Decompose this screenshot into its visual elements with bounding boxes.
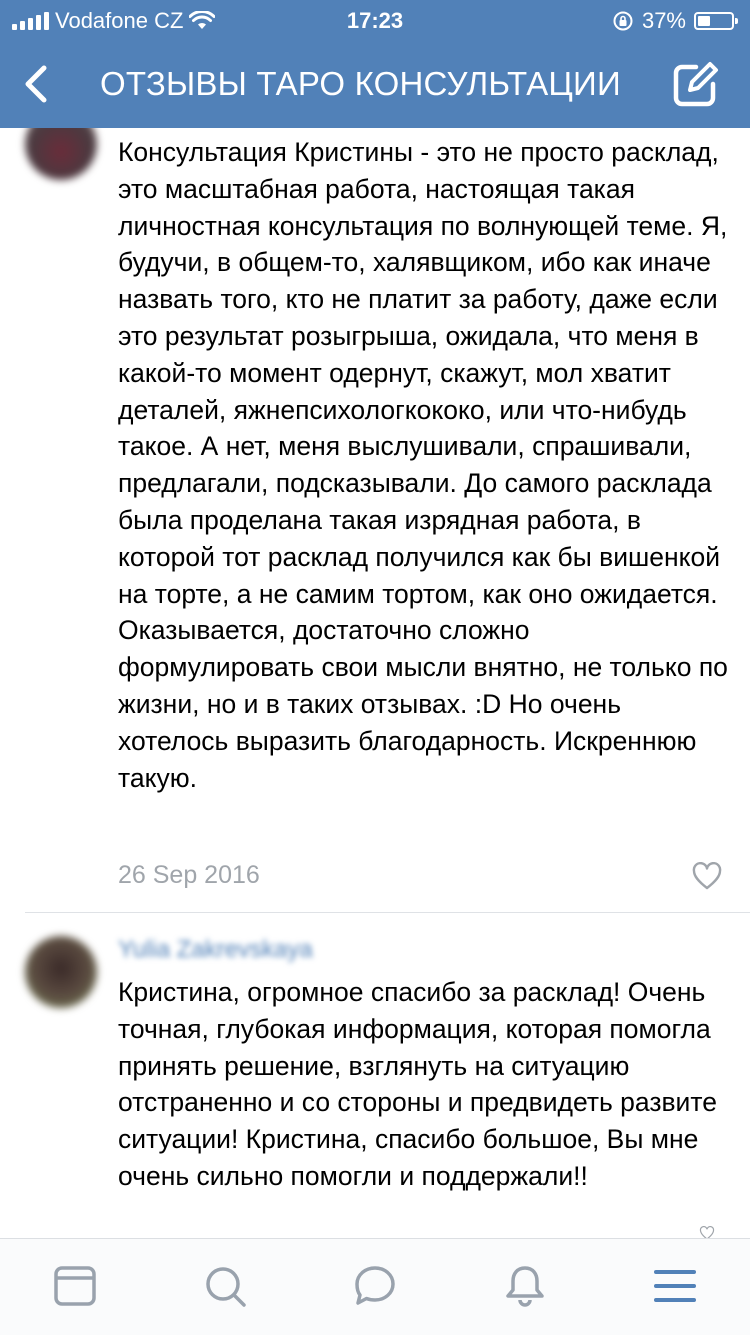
- like-heart-icon[interactable]: [692, 862, 722, 890]
- feed-icon[interactable]: [52, 1263, 98, 1309]
- status-bar: Vodafone CZ 17:23 37%: [0, 0, 750, 40]
- avatar[interactable]: [25, 128, 97, 180]
- comment-author[interactable]: Yulia Zakrevskaya: [118, 936, 313, 964]
- comment-text: Кристина, огромное спасибо за расклад! О…: [118, 977, 717, 1191]
- app-header: Vodafone CZ 17:23 37% ОТЗЫВЫ ТАРО КОНСУЛ…: [0, 0, 750, 128]
- battery-icon: [694, 12, 738, 30]
- notifications-icon[interactable]: [502, 1263, 548, 1309]
- compose-icon[interactable]: [670, 60, 720, 110]
- comment-date: 26 Sep 2016: [118, 861, 260, 889]
- tab-bar: [0, 1238, 750, 1335]
- messages-icon[interactable]: [352, 1263, 398, 1309]
- page-title: ОТЗЫВЫ ТАРО КОНСУЛЬТАЦИИ: [100, 65, 621, 102]
- menu-icon[interactable]: [652, 1263, 698, 1309]
- orientation-lock-icon: [613, 11, 633, 31]
- comment-divider: [25, 912, 750, 913]
- comments-feed[interactable]: Консультация Кристины - это не просто ра…: [0, 128, 750, 1238]
- avatar[interactable]: [25, 936, 97, 1008]
- nav-bar: ОТЗЫВЫ ТАРО КОНСУЛЬТАЦИИ: [0, 40, 750, 128]
- search-icon[interactable]: [202, 1263, 248, 1309]
- battery-fill: [698, 16, 710, 26]
- status-right: 37%: [612, 8, 738, 34]
- like-heart-icon[interactable]: [692, 1226, 722, 1238]
- comment-text: Консультация Кристины - это не просто ра…: [118, 137, 728, 793]
- back-chevron-icon[interactable]: [18, 60, 58, 108]
- battery-percent: 37%: [641, 8, 686, 33]
